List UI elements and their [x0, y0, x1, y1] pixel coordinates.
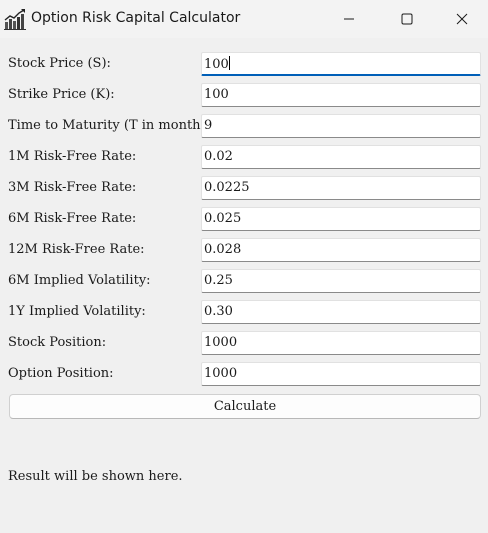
form-row-time-to-maturity: Time to Maturity (T in months): 9 — [0, 114, 488, 140]
result-text: Result will be shown here. — [8, 469, 183, 484]
rate-3m-input[interactable]: 0.0225 — [201, 176, 481, 200]
rate-1m-value: 0.02 — [204, 149, 233, 164]
rate-3m-value: 0.0225 — [204, 180, 250, 195]
rate-12m-value: 0.028 — [204, 242, 242, 257]
option-position-label: Option Position: — [8, 366, 114, 381]
calculate-button[interactable]: Calculate — [9, 394, 481, 419]
form-row-vol-6m: 6M Implied Volatility: 0.25 — [0, 269, 488, 295]
form-row-rate-3m: 3M Risk-Free Rate: 0.0225 — [0, 176, 488, 202]
vol-6m-label: 6M Implied Volatility: — [8, 273, 151, 288]
form-row-vol-1y: 1Y Implied Volatility: 0.30 — [0, 300, 488, 326]
maximize-button[interactable] — [378, 0, 436, 38]
minimize-icon — [344, 18, 354, 20]
title-bar[interactable]: Option Risk Capital Calculator — [0, 0, 488, 38]
minimize-button[interactable] — [320, 0, 378, 38]
rate-6m-input[interactable]: 0.025 — [201, 207, 481, 231]
stock-price-label: Stock Price (S): — [8, 56, 111, 71]
form-row-strike-price: Strike Price (K): 100 — [0, 83, 488, 109]
strike-price-value: 100 — [204, 87, 229, 102]
vol-6m-input[interactable]: 0.25 — [201, 269, 481, 293]
option-position-value: 1000 — [204, 366, 238, 381]
window-title: Option Risk Capital Calculator — [31, 10, 241, 26]
stock-position-value: 1000 — [204, 335, 238, 350]
stock-price-value: 100 — [204, 57, 229, 72]
rate-1m-input[interactable]: 0.02 — [201, 145, 481, 169]
strike-price-label: Strike Price (K): — [8, 87, 115, 102]
form-row-rate-1m: 1M Risk-Free Rate: 0.02 — [0, 145, 488, 171]
stock-price-input[interactable]: 100 — [201, 52, 481, 76]
rate-3m-label: 3M Risk-Free Rate: — [8, 180, 137, 195]
time-to-maturity-value: 9 — [204, 118, 213, 133]
vol-6m-value: 0.25 — [204, 273, 233, 288]
option-position-input[interactable]: 1000 — [201, 362, 481, 386]
rate-1m-label: 1M Risk-Free Rate: — [8, 149, 137, 164]
form-row-rate-6m: 6M Risk-Free Rate: 0.025 — [0, 207, 488, 233]
vol-1y-input[interactable]: 0.30 — [201, 300, 481, 324]
strike-price-input[interactable]: 100 — [201, 83, 481, 107]
stock-position-input[interactable]: 1000 — [201, 331, 481, 355]
vol-1y-label: 1Y Implied Volatility: — [8, 304, 146, 319]
close-button[interactable] — [436, 0, 488, 38]
maximize-icon — [401, 13, 413, 25]
form-row-stock-position: Stock Position: 1000 — [0, 331, 488, 357]
form-row-stock-price: Stock Price (S): 100 — [0, 52, 488, 78]
app-window: Option Risk Capital Calculator Stock Pri… — [0, 0, 488, 533]
text-caret — [228, 56, 230, 70]
form-row-rate-12m: 12M Risk-Free Rate: 0.028 — [0, 238, 488, 264]
rate-6m-label: 6M Risk-Free Rate: — [8, 211, 137, 226]
stock-position-label: Stock Position: — [8, 335, 107, 350]
rate-12m-label: 12M Risk-Free Rate: — [8, 242, 145, 257]
time-to-maturity-label: Time to Maturity (T in months): — [8, 118, 217, 133]
rate-6m-value: 0.025 — [204, 211, 242, 226]
close-icon — [456, 13, 468, 25]
time-to-maturity-input[interactable]: 9 — [201, 114, 481, 138]
rate-12m-input[interactable]: 0.028 — [201, 238, 481, 262]
vol-1y-value: 0.30 — [204, 304, 233, 319]
chart-app-icon — [4, 9, 26, 30]
form-row-option-position: Option Position: 1000 — [0, 362, 488, 388]
